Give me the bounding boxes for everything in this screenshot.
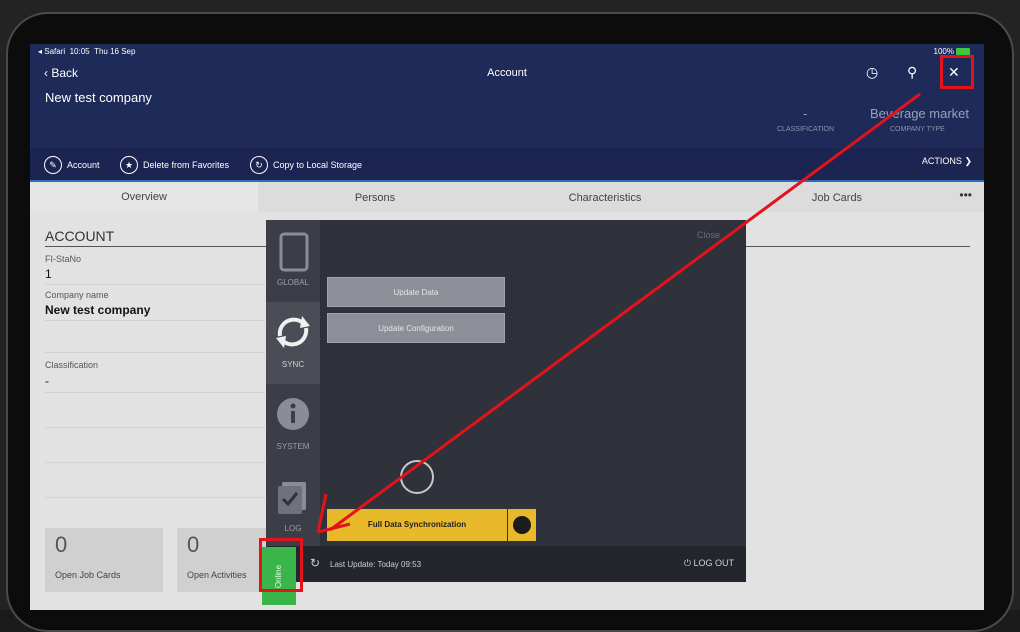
annotation-arrow [316, 92, 921, 534]
